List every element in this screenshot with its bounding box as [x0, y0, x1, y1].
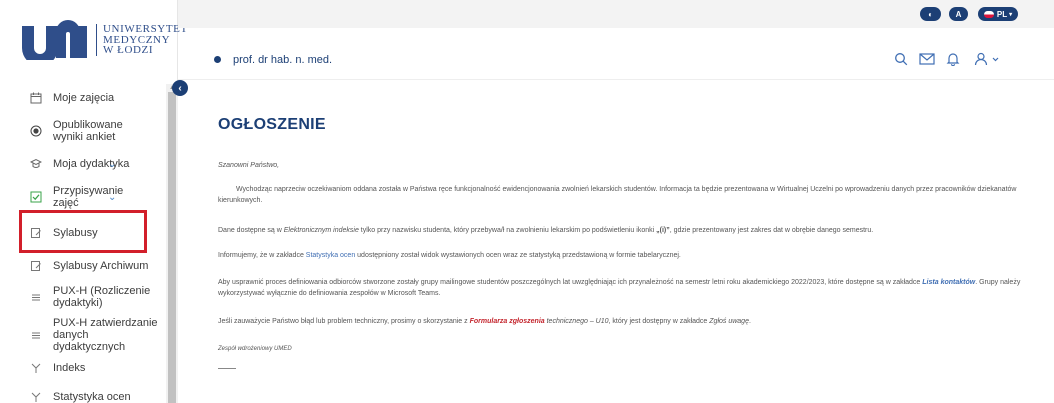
poland-flag-icon	[983, 10, 994, 18]
um-logo-mark	[20, 20, 88, 66]
user-title: prof. dr hab. n. med.	[233, 54, 333, 66]
language-label: PL	[996, 9, 1008, 19]
info-icon-reference: „(i)”	[656, 227, 670, 234]
tree-icon	[30, 362, 42, 374]
sidebar-item-moja-dydaktyka[interactable]: Moja dydaktyka ⌄	[0, 154, 166, 174]
contrast-icon: ◐	[928, 9, 933, 19]
paragraph-2: Dane dostępne są w Elektronicznym indeks…	[218, 225, 1044, 236]
edit-doc-icon	[30, 260, 42, 272]
paragraph-3-text-a: Informujemy, że w zakładce	[218, 252, 306, 259]
font-size-button[interactable]: A	[949, 7, 968, 21]
paragraph-5: Jeśli zauważycie Państwo błąd lub proble…	[218, 316, 1044, 327]
paragraph-2-text-a: Dane dostępne są w	[218, 227, 284, 234]
university-name: UNIWERSYTET MEDYCZNY W ŁODZI	[96, 24, 188, 56]
accessibility-strip: ◐ A PL ▾	[178, 0, 1054, 28]
greeting: Szanowni Państwo,	[218, 160, 1044, 171]
mail-icon[interactable]	[919, 52, 935, 68]
signature-text: Zespół wdrożeniowy UMED	[218, 346, 292, 352]
paragraph-1: Wychodząc naprzeciw oczekiwaniom oddana …	[218, 184, 1044, 206]
calendar-icon	[30, 92, 42, 104]
sidebar-item-label: Sylabusy Archiwum	[53, 260, 149, 272]
zglos-uwage-text: Zgłoś uwagę	[709, 318, 749, 325]
sidebar-item-label: Przypisywanie zajęć	[53, 185, 124, 209]
paragraph-5-text-c: , który jest dostępny w zakładce	[608, 318, 710, 325]
paragraph-5-text-b: technicznego – U10	[544, 318, 609, 325]
paragraph-3-text-b: udostępniony został widok wystawionych o…	[355, 252, 681, 259]
sidebar-item-statystyka-ocen[interactable]: Statystyka ocen	[0, 387, 166, 403]
sidebar-scroll-thumb[interactable]	[168, 92, 176, 403]
formularz-zgloszenia-link[interactable]: Formularza zgłoszenia	[470, 318, 545, 325]
sidebar-item-przypisywanie-zajec[interactable]: Przypisywanie zajęć ⌄	[0, 183, 166, 211]
sidebar-item-label: PUX-H (Rozliczenie dydaktyki)	[53, 285, 151, 309]
language-select[interactable]: PL ▾	[978, 7, 1018, 21]
sidebar-item-pux-h-zatwierdzanie[interactable]: PUX-H zatwierdzanie danych dydaktycznych	[0, 317, 166, 353]
user-menu-button[interactable]	[974, 52, 1002, 68]
signature: Zespół wdrożeniowy UMED	[218, 344, 1044, 355]
user-header: prof. dr hab. n. med.	[178, 28, 1054, 80]
logo-line3: W ŁODZI	[103, 44, 154, 57]
paragraph-4-text-a: Aby usprawnić proces definiowania odbior…	[218, 279, 923, 286]
sidebar-item-label: Statystyka ocen	[53, 391, 131, 403]
sidebar-item-label: PUX-H zatwierdzanie danych dydaktycznych	[53, 317, 158, 353]
paragraph-2-text-c: , gdzie prezentowany jest zakres dat w o…	[669, 227, 874, 234]
paragraph-1-text: Wychodząc naprzeciw oczekiwaniom oddana …	[218, 186, 1017, 204]
sidebar-item-label: Opublikowane wyniki ankiet	[53, 119, 123, 143]
radio-icon	[30, 125, 42, 137]
sidebar-item-pux-h-rozliczenie[interactable]: PUX-H (Rozliczenie dydaktyki)	[0, 283, 166, 311]
announcement-panel: OGŁOSZENIE Szanowni Państwo, Wychodząc n…	[190, 80, 1054, 403]
greeting-text: Szanowni Państwo,	[218, 162, 280, 169]
sidebar-item-label: Moje zajęcia	[53, 92, 115, 104]
sidebar-item-label: Moja dydaktyka	[53, 158, 130, 170]
paragraph-2-text-b: tylko przy nazwisku studenta, który prze…	[358, 227, 657, 234]
sidebar: UNIWERSYTET MEDYCZNY W ŁODZI ▲ Moje zaję…	[0, 0, 187, 403]
sidebar-item-label: Indeks	[53, 362, 86, 374]
menu-lines-icon	[30, 291, 42, 303]
bell-icon[interactable]	[946, 52, 960, 68]
status-dot-icon	[214, 56, 221, 63]
sidebar-item-moje-zajecia[interactable]: Moje zajęcia	[0, 88, 166, 108]
menu-lines-icon	[30, 329, 42, 341]
chevron-down-icon: ▾	[1009, 11, 1013, 18]
chevron-down-icon[interactable]: ⌄	[108, 192, 116, 203]
collapse-sidebar-button[interactable]: ‹	[172, 80, 188, 96]
paragraph-5-text-a: Jeśli zauważycie Państwo błąd lub proble…	[218, 318, 470, 325]
sidebar-item-indeks[interactable]: Indeks	[0, 358, 166, 378]
paragraph-5-text-d: .	[748, 318, 751, 325]
lista-kontaktow-link[interactable]: Lista kontaktów	[922, 279, 975, 286]
teaching-icon	[30, 158, 42, 170]
tree-icon	[30, 391, 42, 403]
contrast-toggle-button[interactable]: ◐	[920, 7, 941, 21]
university-logo[interactable]: UNIWERSYTET MEDYCZNY W ŁODZI	[20, 12, 187, 68]
chevron-down-icon[interactable]: ⌄	[108, 159, 116, 170]
font-size-label: A	[955, 9, 962, 19]
checkbox-icon	[30, 191, 42, 203]
signature-divider	[218, 368, 236, 369]
sidebar-item-wyniki-ankiet[interactable]: Opublikowane wyniki ankiet	[0, 117, 166, 145]
sidebar-item-sylabusy-archiwum[interactable]: Sylabusy Archiwum	[0, 256, 166, 276]
paragraph-3: Informujemy, że w zakładce Statystyka oc…	[218, 250, 1044, 261]
paragraph-4: Aby usprawnić proces definiowania odbior…	[218, 277, 1044, 299]
statystyka-ocen-link[interactable]: Statystyka ocen	[306, 252, 355, 259]
search-icon[interactable]	[894, 52, 908, 68]
highlight-box	[19, 210, 147, 253]
elektroniczny-indeks-text: Elektronicznym indeksie	[283, 227, 359, 234]
page-title: OGŁOSZENIE	[218, 116, 326, 133]
